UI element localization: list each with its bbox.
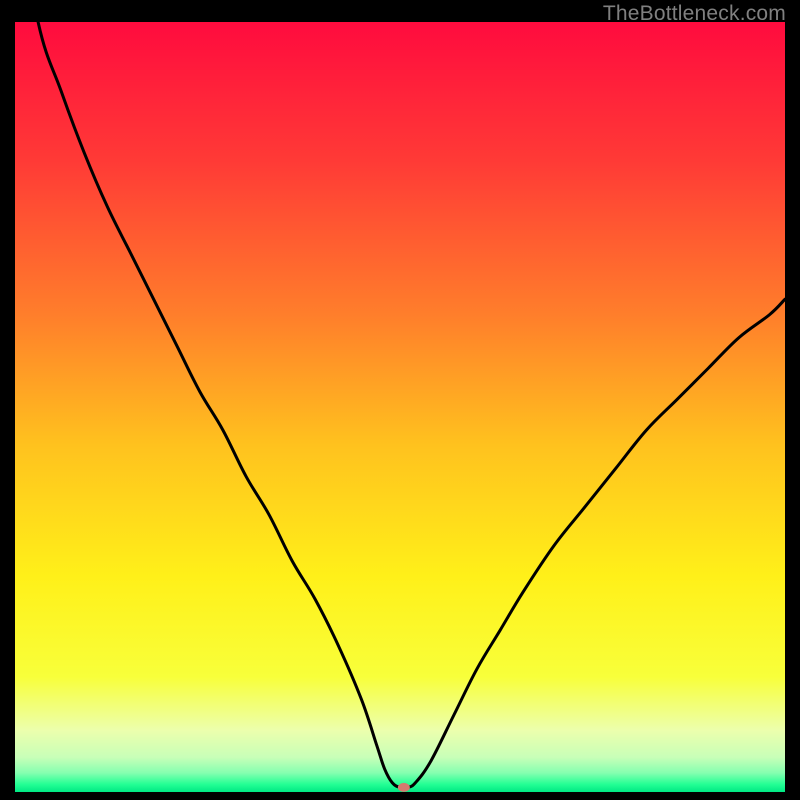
chart-frame: TheBottleneck.com (0, 0, 800, 800)
minimum-marker (398, 783, 410, 792)
bottleneck-chart (15, 22, 785, 792)
